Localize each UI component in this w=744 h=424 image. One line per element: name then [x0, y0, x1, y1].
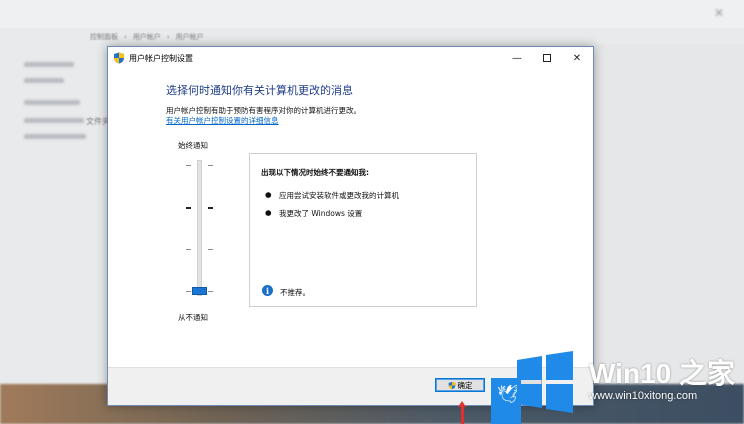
watermark-url: www.win10xitong.com	[589, 390, 698, 402]
watermark: 🕊 Win10 之家 www.win10xitong.com	[491, 338, 744, 424]
breadcrumb-item: 控制面板	[90, 33, 118, 41]
windows-logo-icon	[517, 351, 573, 413]
background-titlebar	[0, 0, 744, 28]
close-button[interactable]: ✕	[562, 47, 592, 69]
breadcrumb-separator: ›	[124, 33, 127, 41]
panel-bullet: 我更改了 Windows 设置	[279, 209, 363, 218]
slider-top-label: 始终通知	[178, 141, 208, 150]
slider-tick	[186, 207, 191, 209]
panel-note: 不推荐。	[280, 288, 310, 297]
background-sidebar-item	[24, 62, 74, 67]
slider-tick	[186, 291, 191, 292]
slider-tick	[208, 249, 213, 250]
uac-shield-icon	[448, 381, 455, 389]
slider-tick	[208, 207, 213, 209]
red-arrow-annotation	[458, 401, 466, 424]
bullet-icon: ●	[265, 208, 272, 217]
description-panel: 出现以下情况时始终不要通知我: ● 应用尝试安装软件或更改我的计算机 ● 我更改…	[249, 153, 477, 307]
ok-button-label: 确定	[457, 380, 473, 390]
panel-title: 出现以下情况时始终不要通知我:	[261, 168, 369, 177]
panel-bullet: 应用尝试安装软件或更改我的计算机	[279, 191, 399, 200]
dialog-heading: 选择何时通知你有关计算机更改的消息	[166, 84, 353, 97]
maximize-button[interactable]	[532, 47, 562, 69]
background-sidebar-item	[24, 78, 64, 83]
breadcrumb-item: 用户帐户	[132, 33, 161, 41]
breadcrumb-separator: ›	[166, 33, 170, 41]
maximize-icon	[543, 54, 551, 62]
dialog-title: 用户帐户控制设置	[129, 54, 193, 63]
watermark-title: Win10 之家	[589, 358, 735, 389]
details-link[interactable]: 有关用户帐户控制设置的详细信息	[166, 115, 279, 126]
background-sidebar-item	[24, 100, 80, 105]
slider-tick	[186, 249, 191, 250]
notification-slider-track[interactable]	[197, 160, 202, 296]
bullet-icon: ●	[265, 190, 272, 199]
background-panel	[594, 44, 744, 384]
notification-slider-thumb[interactable]	[192, 287, 207, 295]
slider-tick	[208, 291, 213, 292]
dialog-titlebar: 用户帐户控制设置 — ✕	[108, 47, 593, 69]
breadcrumb-item: 用户帐户	[175, 33, 204, 41]
slider-tick	[208, 165, 213, 166]
background-sidebar-item	[24, 118, 84, 123]
minimize-button[interactable]: —	[502, 47, 532, 69]
ok-button[interactable]: 确定	[435, 378, 485, 392]
background-sidebar-item	[24, 134, 86, 139]
info-icon: i	[262, 285, 273, 296]
background-close-icon: ✕	[713, 6, 724, 20]
slider-tick	[186, 165, 191, 166]
background-breadcrumb: 控制面板 › 用户帐户 › 用户帐户	[90, 30, 204, 44]
slider-bottom-label: 从不通知	[178, 313, 208, 322]
uac-shield-icon	[114, 52, 124, 64]
